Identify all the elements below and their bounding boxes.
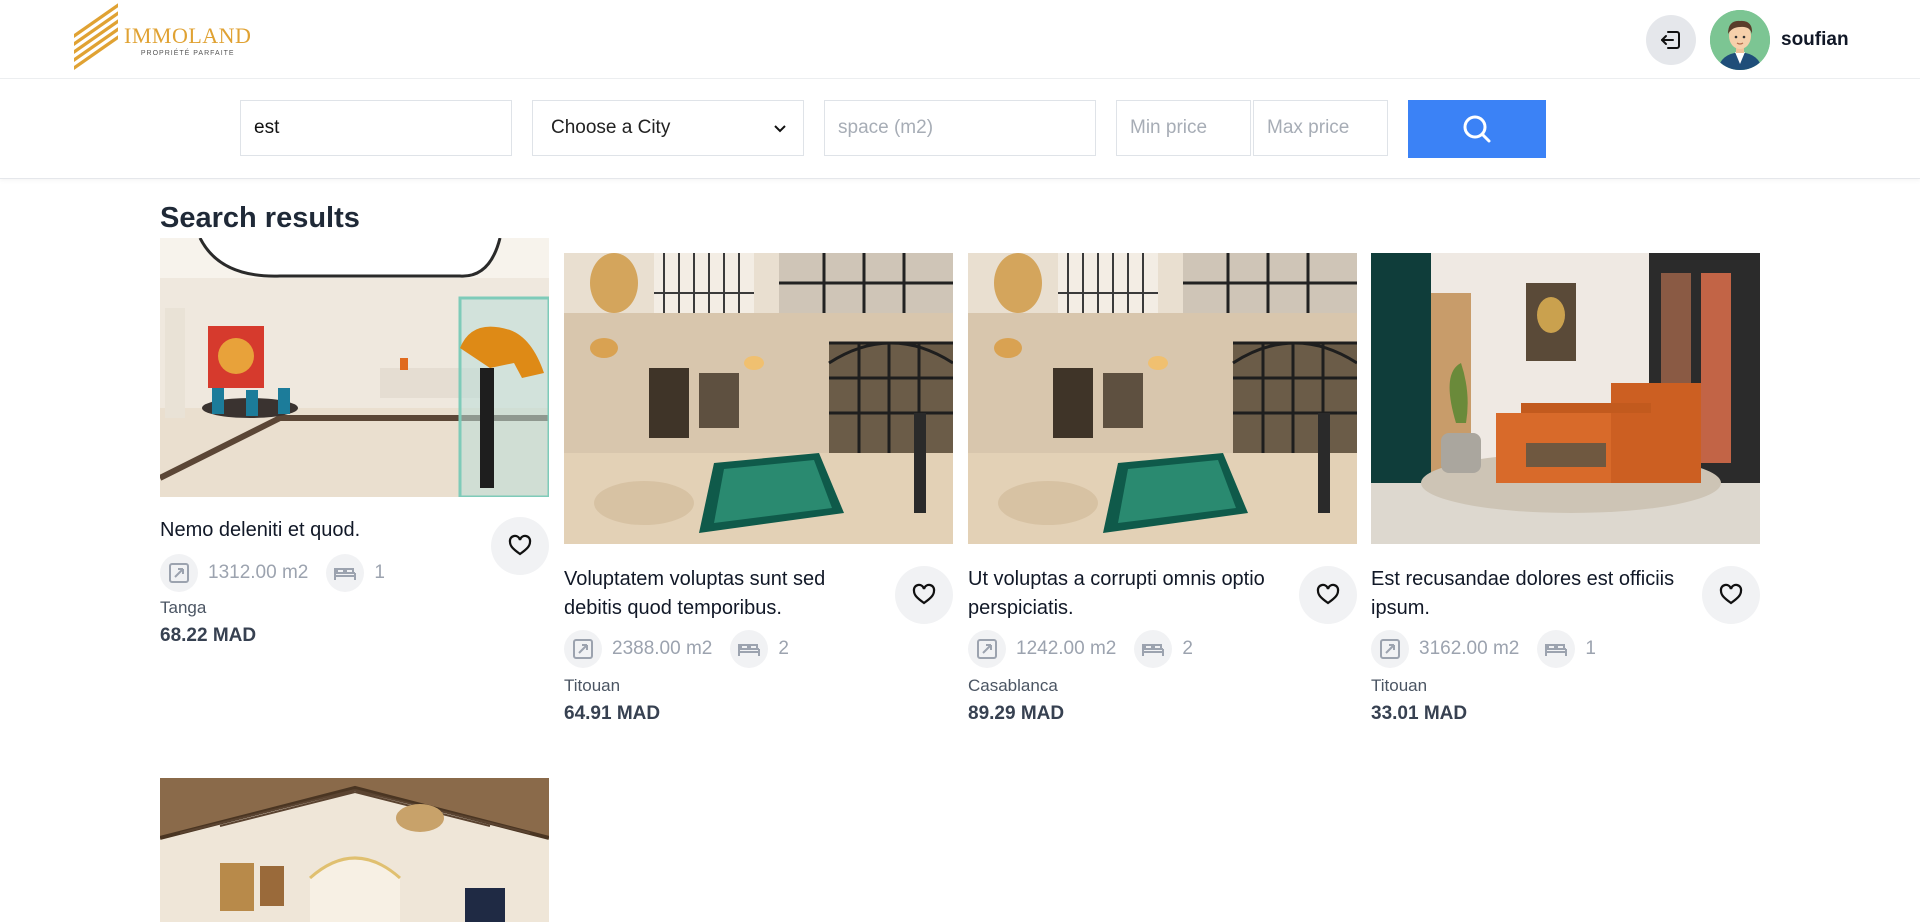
property-title[interactable]: Est recusandae dolores est officiis ipsu… bbox=[1371, 565, 1691, 623]
results-title: Search results bbox=[160, 202, 360, 234]
max-price-input[interactable] bbox=[1253, 100, 1388, 156]
top-navbar: IMMOLAND PROPRIÉTÉ PARFAITE soufian bbox=[0, 0, 1920, 79]
favorite-button[interactable] bbox=[1702, 566, 1760, 624]
property-card[interactable]: Ut voluptas a corrupti omnis optio persp… bbox=[968, 253, 1357, 733]
logout-icon bbox=[1661, 31, 1680, 49]
property-rooms: 1 bbox=[374, 562, 385, 583]
space-input[interactable] bbox=[824, 100, 1096, 156]
property-city: Titouan bbox=[1371, 676, 1428, 695]
search-bar: Choose a City bbox=[0, 79, 1920, 179]
property-card[interactable]: Voluptatem voluptas sunt sed debitis quo… bbox=[564, 253, 953, 733]
heart-icon bbox=[508, 534, 532, 556]
brand-name: IMMOLAND bbox=[124, 23, 252, 48]
logo-icon bbox=[74, 3, 118, 70]
property-image[interactable] bbox=[1371, 253, 1760, 544]
property-rooms: 2 bbox=[1182, 638, 1193, 659]
brand-tagline: PROPRIÉTÉ PARFAITE bbox=[140, 50, 235, 57]
property-price: 64.91 MAD bbox=[564, 703, 661, 724]
favorite-button[interactable] bbox=[895, 566, 953, 624]
heart-icon bbox=[912, 583, 936, 605]
property-title[interactable]: Ut voluptas a corrupti omnis optio persp… bbox=[968, 565, 1288, 623]
property-space: 3162.00 m2 bbox=[1419, 638, 1520, 659]
bed-icon bbox=[326, 554, 365, 592]
heart-icon bbox=[1719, 583, 1743, 605]
bed-icon bbox=[1134, 630, 1173, 668]
property-rooms: 2 bbox=[778, 638, 789, 659]
property-price: 68.22 MAD bbox=[160, 625, 257, 646]
keyword-input[interactable] bbox=[240, 100, 512, 156]
property-city: Tanga bbox=[160, 598, 207, 617]
search-button[interactable] bbox=[1408, 100, 1546, 158]
brand-logo[interactable]: IMMOLAND PROPRIÉTÉ PARFAITE bbox=[74, 3, 264, 70]
property-title[interactable]: Voluptatem voluptas sunt sed debitis quo… bbox=[564, 565, 884, 623]
chevron-down-icon bbox=[774, 125, 786, 133]
property-card[interactable]: Nemo deleniti et quod. 1312.00 m2 1 Tang… bbox=[160, 238, 549, 658]
property-space: 1312.00 m2 bbox=[208, 562, 309, 583]
username[interactable]: soufian bbox=[1781, 29, 1849, 51]
property-space: 1242.00 m2 bbox=[1016, 638, 1117, 659]
property-image[interactable] bbox=[968, 253, 1357, 544]
property-title[interactable]: Nemo deleniti et quod. bbox=[160, 516, 480, 545]
property-space: 2388.00 m2 bbox=[612, 638, 713, 659]
property-price: 33.01 MAD bbox=[1371, 703, 1468, 724]
city-select-value: Choose a City bbox=[551, 117, 671, 138]
logout-button[interactable] bbox=[1646, 15, 1696, 65]
heart-icon bbox=[1316, 583, 1340, 605]
search-icon bbox=[1463, 115, 1491, 143]
area-icon bbox=[160, 554, 198, 592]
property-image[interactable] bbox=[160, 238, 549, 497]
city-select[interactable]: Choose a City bbox=[532, 100, 804, 156]
area-icon bbox=[564, 630, 602, 668]
avatar[interactable] bbox=[1710, 10, 1770, 70]
property-rooms: 1 bbox=[1585, 638, 1596, 659]
favorite-button[interactable] bbox=[1299, 566, 1357, 624]
property-city: Casablanca bbox=[968, 676, 1058, 695]
property-image[interactable] bbox=[160, 778, 549, 922]
property-price: 89.29 MAD bbox=[968, 703, 1065, 724]
area-icon bbox=[968, 630, 1006, 668]
area-icon bbox=[1371, 630, 1409, 668]
property-card[interactable]: Est recusandae dolores est officiis ipsu… bbox=[1371, 253, 1760, 733]
favorite-button[interactable] bbox=[491, 517, 549, 575]
property-image[interactable] bbox=[564, 253, 953, 544]
bed-icon bbox=[1537, 630, 1576, 668]
property-city: Titouan bbox=[564, 676, 621, 695]
min-price-input[interactable] bbox=[1116, 100, 1251, 156]
property-card[interactable] bbox=[160, 778, 549, 922]
bed-icon bbox=[730, 630, 769, 668]
